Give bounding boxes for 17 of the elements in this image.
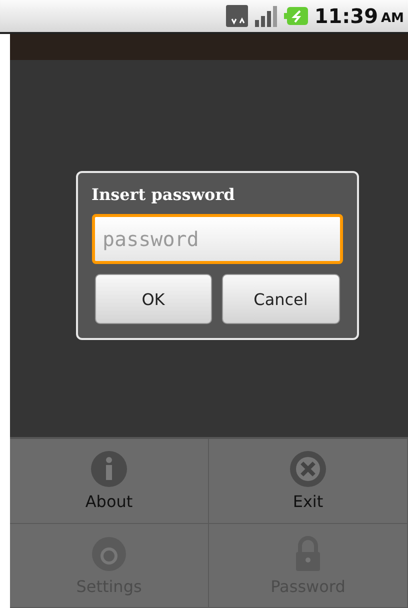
cancel-button[interactable]: Cancel [222, 274, 340, 324]
password-field[interactable]: password [92, 214, 342, 264]
signal-icon [254, 5, 278, 27]
menu-item[interactable]: Exit [209, 439, 408, 524]
close-icon [289, 450, 327, 488]
gear-icon [90, 534, 128, 573]
network-3g-icon [226, 5, 248, 27]
clock-ampm: AM [381, 10, 404, 26]
dialog-title: Insert password [92, 185, 236, 204]
menu-item-label: Exit [292, 492, 324, 512]
lock-icon [293, 534, 323, 573]
menu-item-label: About [85, 492, 133, 512]
battery-icon [284, 6, 308, 26]
menu-item[interactable]: About [10, 439, 209, 524]
info-icon [90, 450, 128, 488]
ok-button[interactable]: OK [94, 274, 212, 324]
clock-time: 11:39 [314, 4, 378, 28]
